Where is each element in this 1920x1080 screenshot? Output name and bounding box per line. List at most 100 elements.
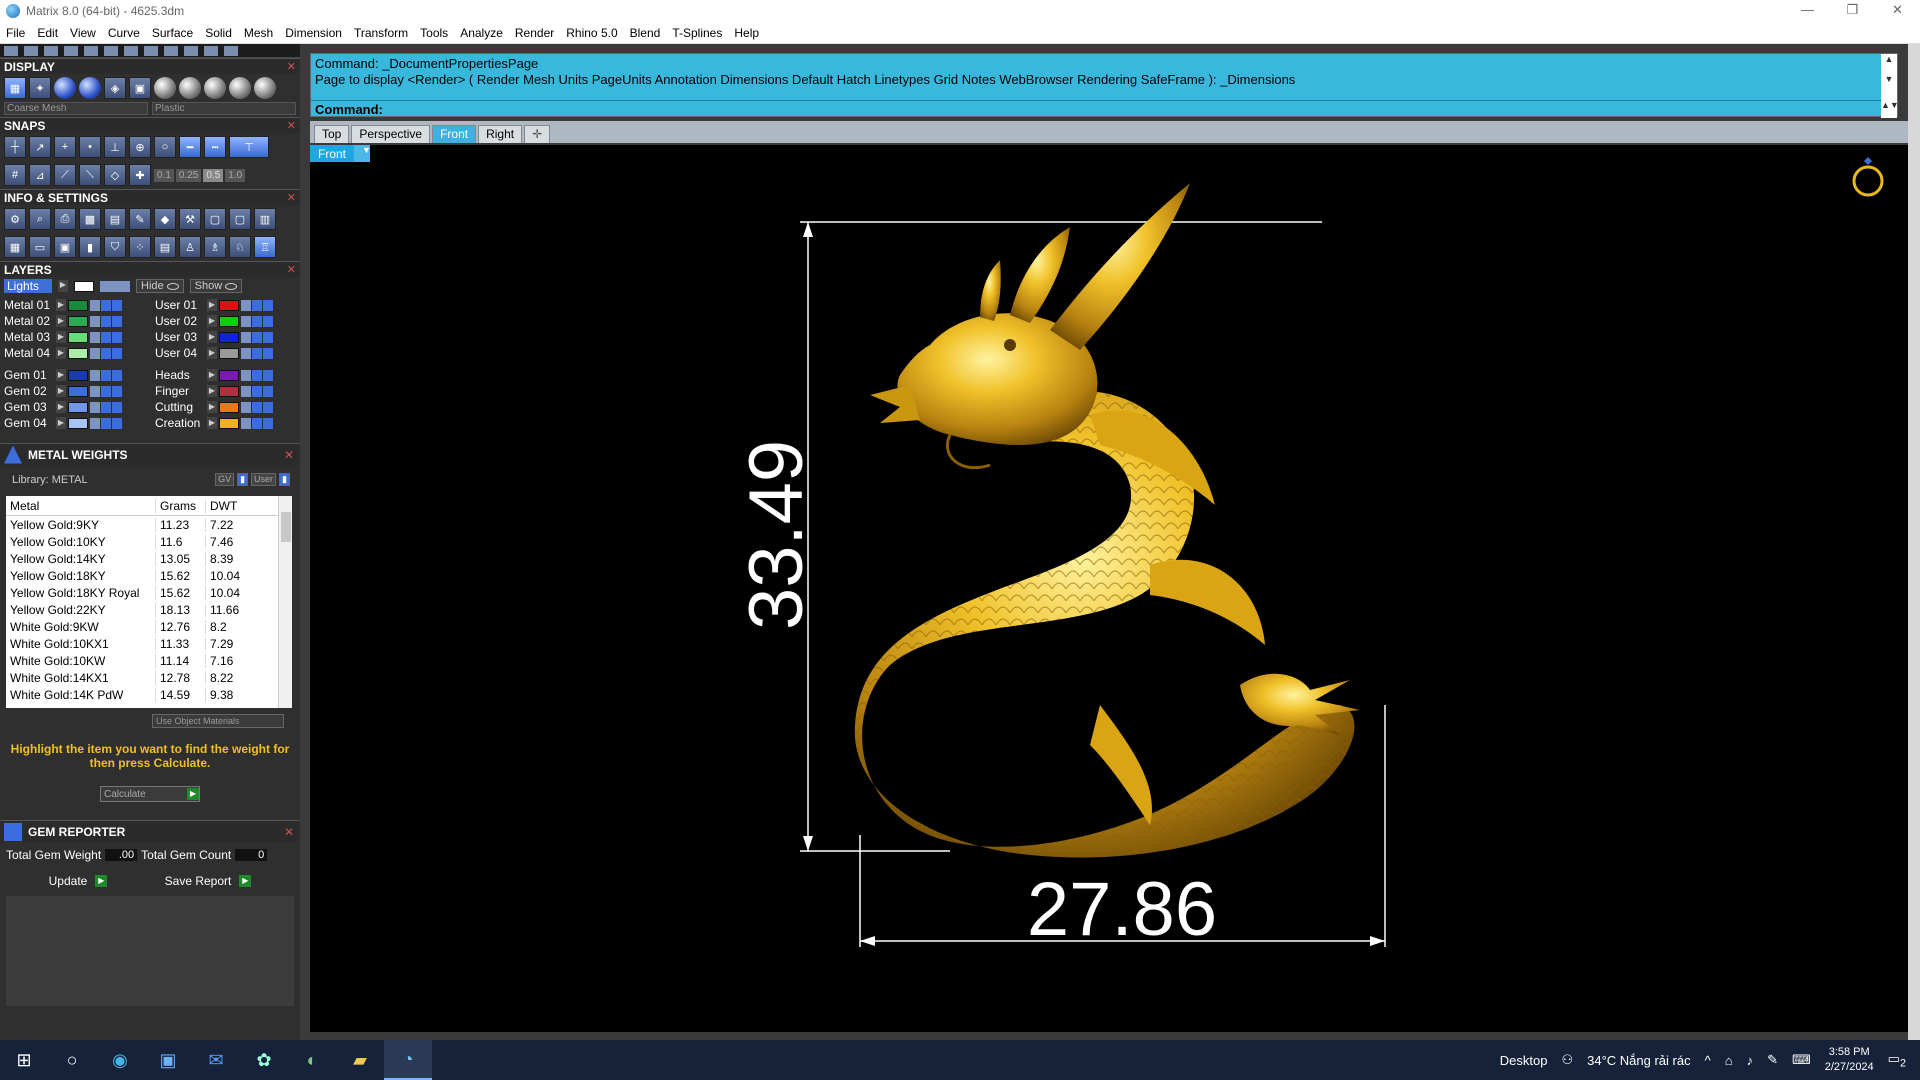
screen-icon[interactable]: ▣ [129,77,151,99]
rendered-sphere-icon[interactable] [79,77,101,99]
snap-end-icon[interactable]: ┼ [4,136,26,158]
figure-icon[interactable]: ♖ [254,236,276,258]
snap-perp-icon[interactable]: ○ [154,136,176,158]
snap-value[interactable]: 1.0 [225,168,246,182]
menu-render[interactable]: Render [509,26,560,40]
layer-row[interactable]: Gem 01 ▶ [4,367,145,383]
layer-row[interactable]: Metal 03 ▶ [4,329,145,345]
snap-quad-icon[interactable]: ┅ [204,136,226,158]
table-row[interactable]: Yellow Gold:14KY 13.05 8.39 [6,550,292,567]
scroll-thumb[interactable] [281,512,291,542]
frame-icon[interactable]: ▢ [204,208,226,230]
gem-icon[interactable]: ◆ [154,208,176,230]
material-sphere-icon[interactable] [229,77,251,99]
front-viewport[interactable]: Front ▼ 33.49 27.86 [310,145,1908,1032]
windows-start-icon[interactable]: ⊞ [0,1040,48,1080]
tool-icon[interactable] [164,46,178,56]
box-icon[interactable]: ▣ [54,236,76,258]
menu-transform[interactable]: Transform [348,26,414,40]
layer-icon[interactable]: ▭ [29,236,51,258]
expand-icon[interactable]: ▶ [207,369,217,381]
current-icon[interactable] [263,369,273,381]
save-report-button[interactable]: Save Report ▶ [165,874,252,888]
menu-solid[interactable]: Solid [199,26,238,40]
desktop-toolbar[interactable]: Desktop [1500,1053,1548,1068]
dragon-model[interactable] [854,183,1360,858]
layer-row[interactable]: Gem 03 ▶ [4,399,145,415]
layer-row[interactable]: User 02 ▶ [155,313,296,329]
layer-row[interactable]: Gem 04 ▶ [4,415,145,431]
menu-tsplines[interactable]: T-Splines [666,26,728,40]
osnap-icon[interactable]: ⟍ [79,164,101,186]
table-row[interactable]: Yellow Gold:22KY 18.13 11.66 [6,601,292,618]
tab-perspective[interactable]: Perspective [351,125,431,143]
color-swatch[interactable] [68,299,88,311]
layer-row[interactable]: Finger ▶ [155,383,296,399]
zoom-icon[interactable]: ⌕ [29,208,51,230]
column-header[interactable]: DWT [206,499,266,513]
lock-icon[interactable] [90,299,100,311]
matrix-app-icon[interactable]: ◔ [384,1040,432,1080]
table-row[interactable]: Yellow Gold:18KY Royal 15.62 10.04 [6,584,292,601]
tab-top[interactable]: Top [314,125,350,143]
layer-row[interactable]: Metal 01 ▶ [4,297,145,313]
tool-icon[interactable] [144,46,158,56]
menu-view[interactable]: View [64,26,102,40]
table-row[interactable]: White Gold:9KW 12.76 8.2 [6,618,292,635]
expand-icon[interactable]: ▶ [56,347,66,359]
expand-icon[interactable]: ▶ [207,315,217,327]
smarttrack-icon[interactable]: ◇ [104,164,126,186]
update-button[interactable]: Update ▶ [49,874,108,888]
lock-icon[interactable] [90,417,100,429]
visible-icon[interactable] [252,401,262,413]
layer-row[interactable]: Cutting ▶ [155,399,296,415]
visible-icon[interactable] [101,347,111,359]
lock-icon[interactable] [241,331,251,343]
color-swatch[interactable] [219,315,239,327]
snap-value[interactable]: 0.1 [154,168,174,182]
lock-icon[interactable] [90,385,100,397]
pen-icon[interactable]: ✎ [1767,1052,1778,1068]
layer-row[interactable]: User 01 ▶ [155,297,296,313]
input-scroll[interactable]: ▲▼ [1881,100,1899,118]
visible-icon[interactable] [101,315,111,327]
tool-icon[interactable] [44,46,58,56]
layer-row[interactable]: Creation ▶ [155,415,296,431]
menu-mesh[interactable]: Mesh [238,26,279,40]
color-swatch[interactable] [219,331,239,343]
tool-icon[interactable] [4,46,18,56]
expand-icon[interactable]: ▶ [58,280,68,292]
expand-icon[interactable]: ▶ [207,417,217,429]
current-icon[interactable] [112,401,122,413]
layer-row[interactable]: Gem 02 ▶ [4,383,145,399]
visible-icon[interactable] [101,369,111,381]
current-icon[interactable] [112,331,122,343]
color-swatch[interactable] [68,401,88,413]
grid-icon[interactable]: # [4,164,26,186]
store-icon[interactable]: ▣ [144,1040,192,1080]
gv-toggle[interactable]: GV [215,473,235,486]
snap-mid-icon[interactable]: • [79,136,101,158]
folder-icon[interactable]: ▰ [336,1040,384,1080]
tab-right[interactable]: Right [478,125,523,143]
restore-button[interactable]: ❐ [1830,0,1875,22]
visible-icon[interactable] [252,347,262,359]
expand-icon[interactable]: ▶ [56,385,66,397]
table-row[interactable]: White Gold:14KX1 12.78 8.22 [6,669,292,686]
menu-analyze[interactable]: Analyze [454,26,509,40]
visible-icon[interactable] [101,417,111,429]
tool-icon[interactable] [84,46,98,56]
add-tab-icon[interactable]: ✛ [524,125,551,143]
network-icon[interactable]: ⌂ [1725,1053,1733,1068]
weather[interactable]: 34°C Nắng rải rác [1587,1053,1690,1068]
wireframe-icon[interactable]: ▦ [4,77,26,99]
current-icon[interactable] [112,417,122,429]
visible-icon[interactable] [252,299,262,311]
snap-value[interactable]: 0.5 [203,168,224,182]
menu-tools[interactable]: Tools [414,26,454,40]
expand-icon[interactable]: ▶ [56,369,66,381]
toggle-icon[interactable]: ▮ [237,473,249,486]
lock-icon[interactable] [241,369,251,381]
menu-edit[interactable]: Edit [31,26,64,40]
material-sphere-icon[interactable] [204,77,226,99]
